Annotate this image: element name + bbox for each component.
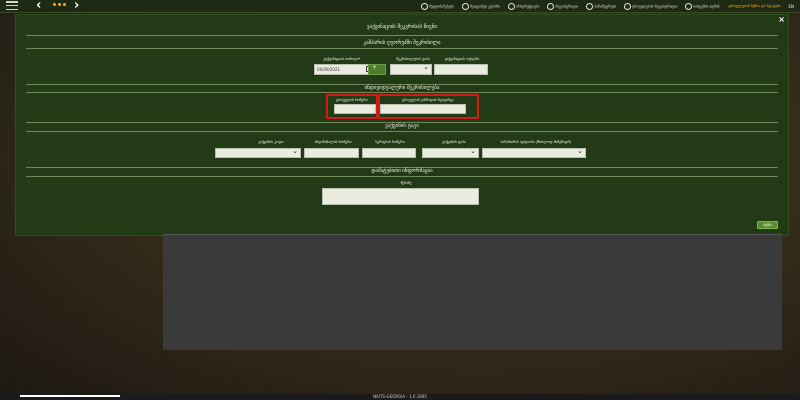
close-icon[interactable]: ×	[778, 15, 785, 24]
modal-title: ვაქცინაციის შეკვრისას წიგნი	[367, 24, 437, 30]
request-type-label: შეკრისილების ტიპი	[396, 57, 430, 61]
vaccine-doses-input[interactable]	[362, 148, 416, 158]
divider	[26, 35, 778, 36]
footer: NAITS-GEORGIA - 1.0.1695	[0, 394, 800, 400]
request-date-label: ვაქცინაციის თარიღი*	[323, 57, 361, 61]
vaccine-doses-label: სერიების ნომერი	[375, 140, 405, 144]
nav-link-admin[interactable]: სისტემის ადმინ.	[685, 2, 721, 10]
nav-link-notifications[interactable]: შეტყობინებები	[421, 2, 454, 10]
nav-link-registration[interactable]: რეგისტრაცია	[547, 2, 578, 10]
vaccine-select[interactable]	[215, 147, 301, 158]
section-request-title: კაშპარის ღეორუპში შეკრისილა	[363, 40, 441, 46]
search-button[interactable]: ძებნა	[757, 221, 778, 229]
book-icon	[508, 2, 516, 10]
vaccine-disease-select[interactable]	[482, 147, 586, 158]
request-date-input[interactable]: 06/09/2021	[314, 64, 376, 75]
owner-id-input[interactable]	[380, 104, 466, 114]
forward-arrow-icon[interactable]: ›	[74, 0, 79, 13]
vaccine-type-select[interactable]	[422, 147, 479, 158]
top-links: შეტყობინებები შეიყვანეთ კუპონი ინსტრუქცი…	[421, 0, 794, 12]
owner-id-label: ცხოველის ღრმადის რეიტინგი	[402, 98, 454, 102]
vaccine-serial-label: ინდიწინალის ნომერი	[314, 140, 352, 144]
paw-icon	[624, 2, 632, 10]
comment-label: შენიშვ	[400, 181, 412, 185]
section-additional-title: დამატებითი ინფორმაცია	[371, 168, 433, 174]
vaccination-search-modal: × ვაქცინაციის შეკვრისას წიგნი კაშპარის ღ…	[15, 14, 789, 236]
nav-link-active[interactable]: ცხოველების ნუსხა და სტატუსი	[729, 4, 781, 8]
nav-link-settings[interactable]: პარამეტრები	[586, 2, 616, 10]
loading-dots-icon	[53, 3, 66, 6]
version-label: NAITS-GEORGIA - 1.0.1695	[373, 394, 427, 399]
vaccine-disease-label: საწინაიწის ავადობა (მხოლოდ მიმუშავის)	[500, 140, 572, 144]
nav-link-coupon[interactable]: შეიყვანეთ კუპონი	[462, 2, 500, 10]
bell-icon	[421, 2, 429, 10]
comment-textarea[interactable]	[322, 188, 479, 205]
add-date-button[interactable]	[368, 64, 386, 75]
hamburger-menu-icon[interactable]	[6, 1, 18, 10]
animal-id-input[interactable]	[334, 104, 376, 114]
admin-icon	[685, 2, 693, 10]
nav-link-instructions[interactable]: ინსტრუქციები	[508, 2, 539, 10]
back-arrow-icon[interactable]: ‹	[36, 0, 41, 13]
user-icon	[547, 2, 555, 10]
nav-link-animal-registration[interactable]: ცხოველების რეგისტრაცია	[624, 2, 677, 10]
section-vaccination-title: ვაქცინის ტაგი	[385, 123, 419, 129]
vaccine-type-label: ვაქცინის ტიპი	[442, 140, 466, 144]
request-number-input[interactable]	[434, 64, 488, 75]
divider	[26, 92, 778, 93]
language-switch[interactable]: EN	[788, 4, 794, 9]
section-individual-title: ინდივიდუალური შეკრისილება	[364, 85, 440, 91]
divider	[26, 176, 778, 177]
gear-icon	[586, 2, 594, 10]
ticket-icon	[462, 2, 469, 10]
divider	[26, 48, 778, 49]
top-navigation-bar: ‹ › შეტყობინებები შეიყვანეთ კუპონი ინსტრ…	[0, 0, 800, 13]
vaccine-label: ვაქცინის კოდი	[258, 140, 284, 144]
request-type-select[interactable]	[390, 63, 432, 75]
request-number-label: ვაქცინაციის ოქიტრი	[444, 57, 480, 61]
divider	[26, 131, 778, 132]
vaccine-serial-input[interactable]	[304, 148, 359, 158]
animal-id-label: ცხოველის ნომერი	[336, 98, 368, 102]
results-panel	[163, 234, 782, 350]
